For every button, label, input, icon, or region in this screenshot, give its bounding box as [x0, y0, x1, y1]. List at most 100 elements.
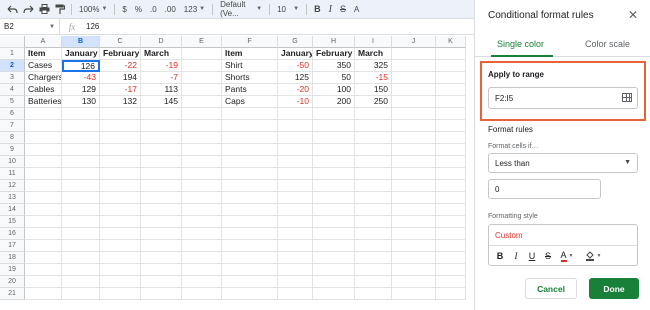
cell[interactable] — [62, 192, 100, 204]
cell[interactable] — [278, 108, 313, 120]
cell[interactable] — [62, 132, 100, 144]
cell[interactable] — [392, 264, 436, 276]
cell[interactable] — [100, 264, 141, 276]
cell[interactable] — [141, 288, 182, 300]
cell[interactable] — [355, 264, 392, 276]
column-header[interactable]: K — [436, 36, 466, 48]
cell[interactable] — [392, 228, 436, 240]
cell[interactable] — [141, 120, 182, 132]
cell[interactable] — [62, 276, 100, 288]
cell[interactable] — [313, 168, 355, 180]
cell[interactable] — [100, 120, 141, 132]
cell[interactable] — [182, 168, 222, 180]
cell[interactable] — [313, 204, 355, 216]
cell[interactable] — [392, 252, 436, 264]
style-underline-button[interactable]: U — [526, 249, 538, 263]
cell[interactable] — [25, 204, 62, 216]
number-format-select[interactable]: 123 ▼ — [180, 1, 209, 17]
cell[interactable] — [25, 288, 62, 300]
cell[interactable] — [182, 96, 222, 108]
row-header[interactable]: 19 — [0, 264, 25, 276]
cell[interactable] — [25, 144, 62, 156]
value-cell[interactable]: 325 — [355, 60, 392, 72]
value-cell[interactable]: 100 — [313, 84, 355, 96]
cell[interactable] — [355, 156, 392, 168]
cell[interactable] — [25, 180, 62, 192]
cell[interactable] — [182, 216, 222, 228]
cell[interactable] — [182, 84, 222, 96]
cell[interactable] — [100, 168, 141, 180]
value-cell[interactable]: 150 — [355, 84, 392, 96]
cell[interactable] — [313, 156, 355, 168]
cell[interactable] — [182, 144, 222, 156]
cell[interactable] — [100, 108, 141, 120]
column-header[interactable]: C — [100, 36, 141, 48]
cell[interactable] — [62, 288, 100, 300]
cell[interactable] — [182, 252, 222, 264]
value-cell[interactable]: -17 — [100, 84, 141, 96]
cell[interactable] — [355, 144, 392, 156]
cell[interactable] — [141, 228, 182, 240]
percent-button[interactable]: % — [131, 1, 146, 17]
cell[interactable] — [100, 132, 141, 144]
column-header[interactable]: G — [278, 36, 313, 48]
value-cell[interactable]: -10 — [278, 96, 313, 108]
cell[interactable] — [392, 96, 436, 108]
tab-single-color[interactable]: Single color — [497, 39, 544, 49]
row-header[interactable]: 12 — [0, 180, 25, 192]
style-strikethrough-button[interactable]: S — [542, 249, 554, 263]
cell[interactable] — [436, 276, 466, 288]
cell[interactable] — [392, 120, 436, 132]
cell[interactable] — [278, 192, 313, 204]
value-cell[interactable]: 145 — [141, 96, 182, 108]
row-header[interactable]: 6 — [0, 108, 25, 120]
value-cell[interactable]: 194 — [100, 72, 141, 84]
item-cell[interactable]: Cables — [25, 84, 62, 96]
cell[interactable] — [392, 168, 436, 180]
cell[interactable] — [222, 120, 278, 132]
cell[interactable] — [100, 252, 141, 264]
cell[interactable] — [222, 204, 278, 216]
cell[interactable] — [141, 192, 182, 204]
header-cell[interactable]: Item — [222, 48, 278, 60]
cell[interactable] — [355, 120, 392, 132]
cell[interactable] — [278, 252, 313, 264]
cell[interactable] — [62, 204, 100, 216]
cell[interactable] — [436, 132, 466, 144]
cell[interactable] — [436, 240, 466, 252]
cell[interactable] — [25, 132, 62, 144]
cell[interactable] — [100, 192, 141, 204]
cell[interactable] — [355, 240, 392, 252]
value-cell[interactable]: 250 — [355, 96, 392, 108]
row-header[interactable]: 11 — [0, 168, 25, 180]
cell[interactable] — [100, 216, 141, 228]
item-cell[interactable]: Pants — [222, 84, 278, 96]
row-header[interactable]: 20 — [0, 276, 25, 288]
cell[interactable] — [313, 108, 355, 120]
column-header[interactable]: D — [141, 36, 182, 48]
column-header[interactable]: E — [182, 36, 222, 48]
cell[interactable] — [436, 72, 466, 84]
row-header[interactable]: 21 — [0, 288, 25, 300]
cell[interactable] — [100, 144, 141, 156]
row-header[interactable]: 14 — [0, 204, 25, 216]
cell[interactable] — [436, 120, 466, 132]
cell[interactable] — [62, 144, 100, 156]
cell[interactable] — [436, 288, 466, 300]
item-cell[interactable]: Caps — [222, 96, 278, 108]
cell[interactable] — [436, 180, 466, 192]
cell[interactable] — [355, 168, 392, 180]
select-all-corner[interactable] — [0, 36, 25, 48]
cell[interactable] — [222, 108, 278, 120]
column-header[interactable]: H — [313, 36, 355, 48]
header-cell[interactable]: March — [355, 48, 392, 60]
cell[interactable] — [392, 72, 436, 84]
close-icon[interactable]: ✕ — [626, 8, 640, 22]
row-header[interactable]: 18 — [0, 252, 25, 264]
row-header[interactable]: 10 — [0, 156, 25, 168]
cell[interactable] — [436, 60, 466, 72]
cell[interactable] — [313, 264, 355, 276]
row-header[interactable]: 3 — [0, 72, 25, 84]
value-cell[interactable]: -19 — [141, 60, 182, 72]
row-header[interactable]: 1 — [0, 48, 25, 60]
